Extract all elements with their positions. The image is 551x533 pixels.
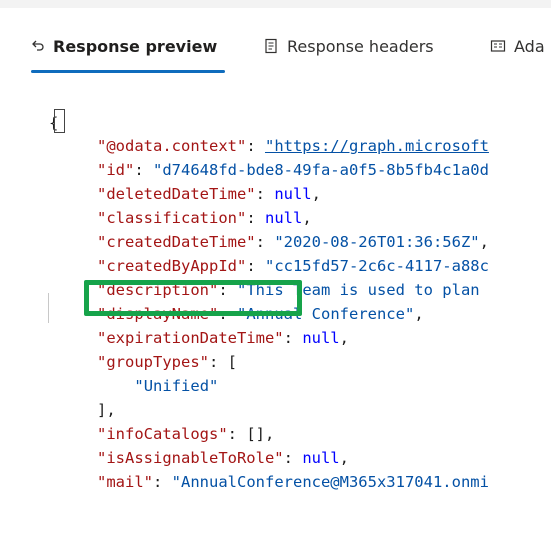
json-value: null: [302, 449, 340, 467]
json-value: null: [264, 209, 303, 227]
code-line: "isAssignableToRole": null,: [97, 446, 349, 470]
indent-guide: [48, 293, 49, 323]
json-value: []: [246, 425, 265, 443]
json-value: "Unified": [134, 377, 219, 395]
json-key: "infoCatalogs": [97, 425, 228, 443]
json-comma: ,: [265, 425, 275, 443]
json-comma: ,: [302, 209, 312, 227]
tab-response-preview[interactable]: Response preview: [31, 34, 217, 58]
code-line: "id": "d74648fd-bde8-49fa-a0f5-8b5fb4c1a…: [97, 158, 489, 182]
json-value: "cc15fd57-2c6c-4117-a88c: [264, 257, 489, 275]
json-separator: :: [246, 209, 265, 227]
json-separator: :: [246, 257, 265, 275]
code-line: "@odata.context": "https://graph.microso…: [97, 134, 489, 158]
json-separator: :: [153, 473, 172, 491]
code-line: "createdDateTime": "2020-08-26T01:36:56Z…: [97, 230, 489, 254]
json-separator: :: [208, 353, 228, 371]
json-key: "classification": [97, 209, 247, 227]
json-key: "createdByAppId": [97, 257, 247, 275]
json-key: "isAssignableToRole": [97, 449, 284, 467]
code-line: "createdByAppId": "cc15fd57-2c6c-4117-a8…: [97, 254, 489, 278]
code-line: "expirationDateTime": null,: [97, 326, 349, 350]
json-key: "@odata.context": [97, 137, 247, 155]
json-link[interactable]: "https://graph.microsoft: [265, 137, 489, 155]
json-comma: ,: [339, 449, 349, 467]
highlight-box: [84, 280, 302, 316]
tab-adaptive-cards-label: Ada: [514, 36, 545, 56]
json-value: "d74648fd-bde8-49fa-a0f5-8b5fb4c1a0d: [153, 161, 489, 179]
json-key: "mail": [97, 473, 153, 491]
json-comma: ,: [339, 329, 349, 347]
code-line: "deletedDateTime": null,: [97, 182, 321, 206]
json-key: "deletedDateTime": [97, 185, 256, 203]
json-comma: ,: [414, 305, 424, 323]
tab-response-preview-label: Response preview: [53, 36, 218, 56]
brace-match-box: [54, 109, 65, 133]
tab-adaptive-cards[interactable]: Ada: [490, 34, 545, 58]
response-panel: Response preview Response headers Ada { …: [0, 0, 551, 533]
code-line: ],: [97, 398, 116, 422]
json-key: "id": [97, 161, 135, 179]
json-separator: :: [227, 425, 247, 443]
json-separator: :: [255, 233, 275, 251]
json-separator: :: [134, 161, 153, 179]
json-separator: :: [246, 137, 265, 155]
tab-response-headers[interactable]: Response headers: [263, 34, 434, 58]
json-separator: :: [283, 329, 303, 347]
document-icon: [263, 38, 279, 54]
undo-arrow-icon: [31, 39, 45, 53]
code-line: "Unified": [134, 374, 218, 398]
json-key: "groupTypes": [97, 353, 209, 371]
code-line: "groupTypes": [: [97, 350, 237, 374]
json-key: "createdDateTime": [97, 233, 256, 251]
json-value: "AnnualConference@M365x317041.onmi: [171, 473, 489, 491]
json-value: "2020-08-26T01:36:56Z": [274, 233, 480, 251]
json-value: null: [274, 185, 312, 203]
json-key: "expirationDateTime": [97, 329, 284, 347]
top-strip: [0, 0, 551, 8]
json-value: null: [302, 329, 340, 347]
json-comma: ,: [479, 233, 489, 251]
json-separator: :: [283, 449, 303, 467]
tab-response-headers-label: Response headers: [287, 36, 434, 56]
card-icon: [490, 38, 506, 54]
code-line-open-brace: {: [49, 109, 65, 135]
code-line: "infoCatalogs": [],: [97, 422, 274, 446]
response-tabs: Response preview Response headers Ada: [0, 8, 551, 76]
json-value: ],: [97, 401, 116, 419]
code-line: "classification": null,: [97, 206, 312, 230]
json-value: [: [227, 353, 237, 371]
json-separator: :: [255, 185, 275, 203]
json-comma: ,: [311, 185, 321, 203]
code-line: "mail": "AnnualConference@M365x317041.on…: [97, 470, 489, 494]
active-tab-indicator: [31, 70, 225, 73]
